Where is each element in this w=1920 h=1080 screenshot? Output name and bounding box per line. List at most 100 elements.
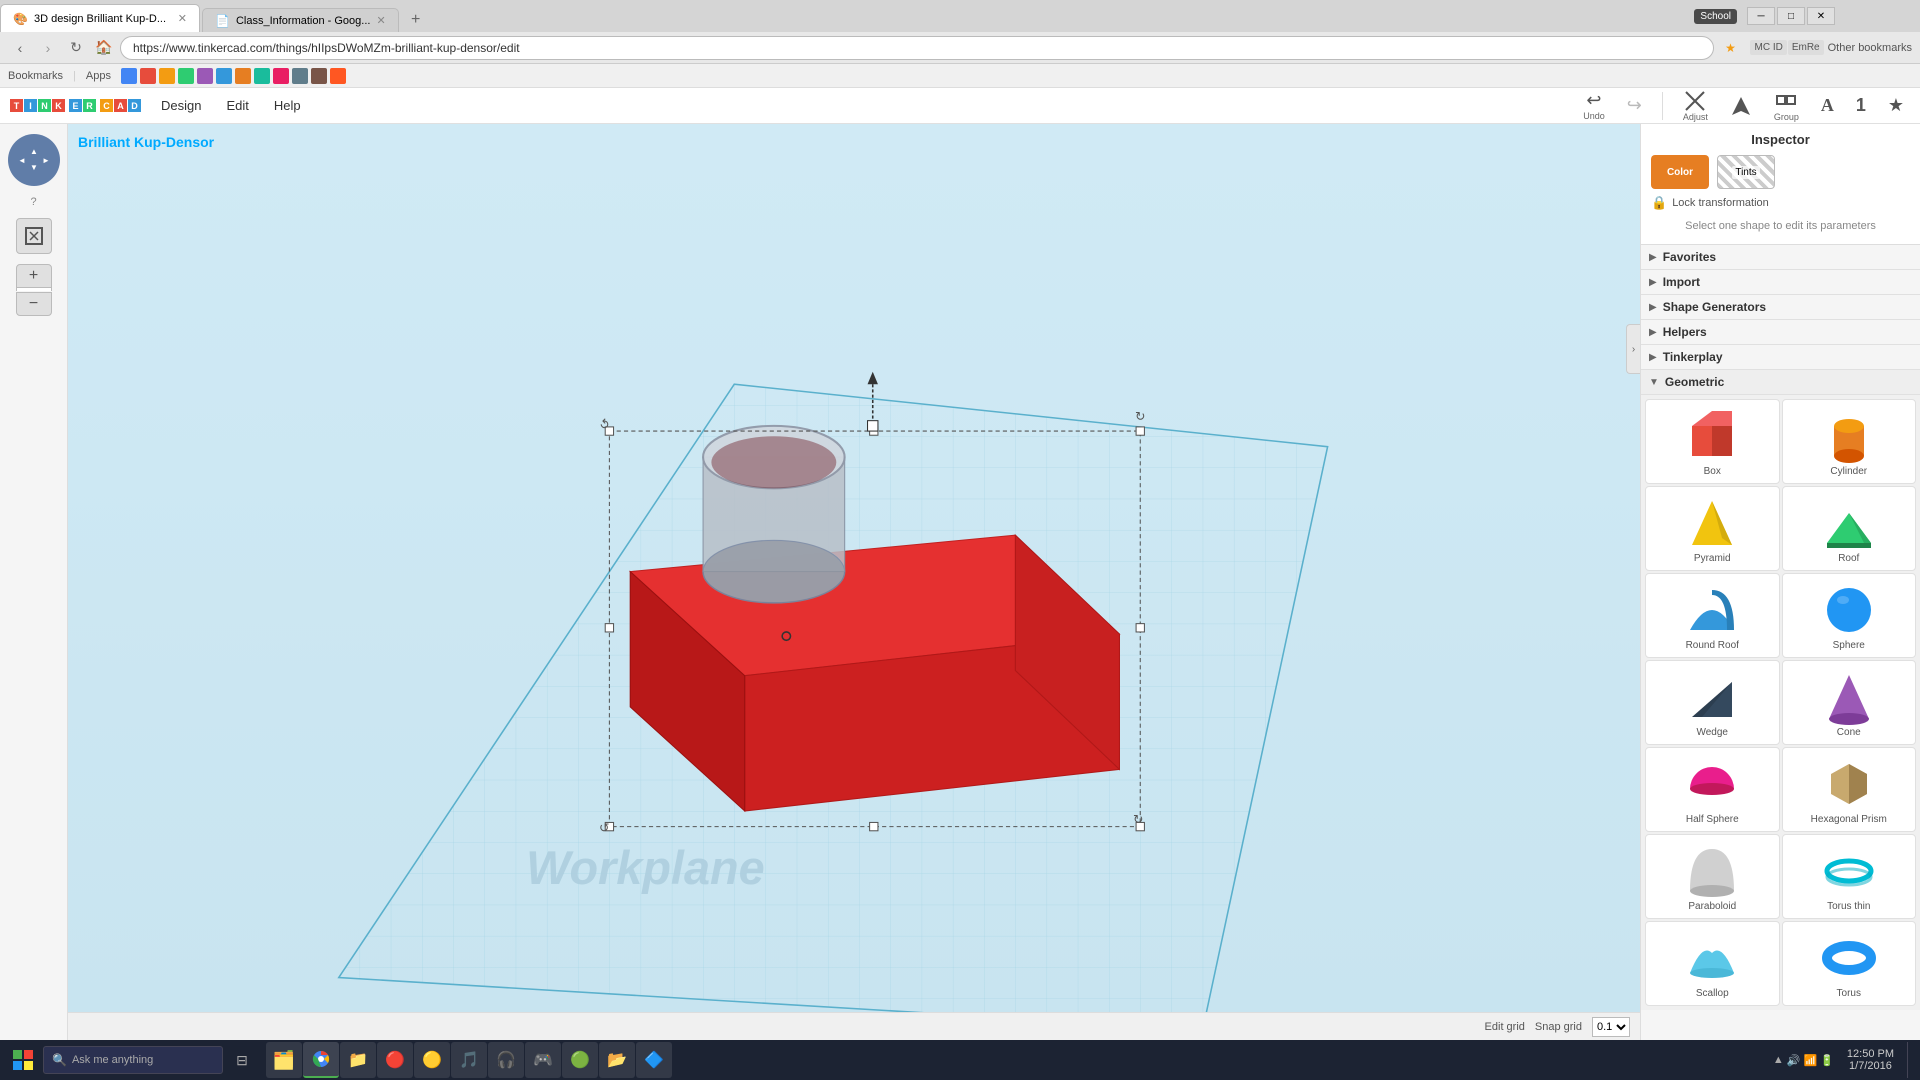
canvas-viewport[interactable]: Brilliant Kup-Densor Workplane xyxy=(68,124,1640,1040)
svg-text:↻: ↻ xyxy=(1133,812,1143,826)
svg-text:►: ► xyxy=(42,156,50,165)
bookmarks-label[interactable]: Bookmarks xyxy=(8,70,63,82)
back-button[interactable]: ‹ xyxy=(8,36,32,60)
new-tab-button[interactable]: + xyxy=(402,8,430,32)
other-bookmarks[interactable]: Other bookmarks xyxy=(1828,42,1912,54)
logo-n: N xyxy=(38,99,51,112)
task-view-button[interactable]: ⊟ xyxy=(225,1043,259,1077)
import-arrow: ▶ xyxy=(1649,277,1657,288)
shape-box-label: Box xyxy=(1704,466,1721,477)
texture-button[interactable]: Tints xyxy=(1717,155,1775,189)
shape-roof[interactable]: Roof xyxy=(1782,486,1917,571)
text-tool[interactable]: A xyxy=(1815,93,1840,118)
undo-button[interactable]: ↩ Undo xyxy=(1577,88,1611,123)
inspector-hint: Select one shape to edit its parameters xyxy=(1651,216,1910,236)
shape-paraboloid-label: Paraboloid xyxy=(1688,901,1736,912)
taskbar-app-2[interactable]: 🔴 xyxy=(377,1042,413,1078)
help-menu[interactable]: Help xyxy=(269,96,306,115)
tab-close-1[interactable]: ✕ xyxy=(178,12,187,25)
shape-torus-thin[interactable]: Torus thin xyxy=(1782,834,1917,919)
browser-tab-active[interactable]: 🎨 3D design Brilliant Kup-D... ✕ xyxy=(0,4,200,32)
shape-paraboloid[interactable]: Paraboloid xyxy=(1645,834,1780,919)
home-button[interactable]: 🏠 xyxy=(92,36,116,60)
section-geometric[interactable]: ▼ Geometric xyxy=(1641,370,1920,395)
logo-e: E xyxy=(69,99,82,112)
taskbar-search[interactable]: 🔍 Ask me anything xyxy=(43,1046,223,1074)
forward-button[interactable]: › xyxy=(36,36,60,60)
shape-cone-label: Cone xyxy=(1837,727,1861,738)
left-toolbar: ▲ ▼ ◄ ► ? + − xyxy=(0,124,68,1040)
home-view-button[interactable] xyxy=(16,218,52,254)
shape-sphere[interactable]: Sphere xyxy=(1782,573,1917,658)
texture-label: Tints xyxy=(1732,166,1759,179)
section-helpers[interactable]: ▶ Helpers xyxy=(1641,320,1920,345)
shape-pyramid[interactable]: Pyramid xyxy=(1645,486,1780,571)
svg-text:Workplane: Workplane xyxy=(526,842,765,894)
taskbar-app-4[interactable]: 🎵 xyxy=(451,1042,487,1078)
edit-grid-button[interactable]: Edit grid xyxy=(1485,1021,1525,1033)
taskbar-app-3[interactable]: 🟡 xyxy=(414,1042,450,1078)
shape-round-roof[interactable]: Round Roof xyxy=(1645,573,1780,658)
url-bar[interactable]: https://www.tinkercad.com/things/hIIpsDW… xyxy=(120,36,1714,60)
helpers-label: Helpers xyxy=(1663,325,1707,339)
taskbar: 🔍 Ask me anything ⊟ 🗂️ 📁 🔴 🟡 🎵 🎧 🎮 xyxy=(0,1040,1920,1080)
bookmark-apps[interactable]: Apps xyxy=(86,70,111,82)
start-button[interactable] xyxy=(5,1042,41,1078)
shape-box[interactable]: Box xyxy=(1645,399,1780,484)
show-desktop-button[interactable] xyxy=(1907,1042,1915,1078)
snap-value-select[interactable]: 0.1 0.5 1 xyxy=(1592,1017,1630,1037)
compass-navigator[interactable]: ▲ ▼ ◄ ► xyxy=(8,134,60,186)
zoom-in-button[interactable]: + xyxy=(16,264,52,288)
color-button[interactable]: Color xyxy=(1651,155,1709,189)
section-favorites[interactable]: ▶ Favorites xyxy=(1641,245,1920,270)
shape-cylinder[interactable]: Cylinder xyxy=(1782,399,1917,484)
taskbar-app-9[interactable]: 🔷 xyxy=(636,1042,672,1078)
refresh-button[interactable]: ↻ xyxy=(64,36,88,60)
mirror-button[interactable] xyxy=(1724,93,1758,119)
taskbar-app-5[interactable]: 🎧 xyxy=(488,1042,524,1078)
bookmark-star[interactable]: ★ xyxy=(1718,36,1742,60)
shape-cone[interactable]: Cone xyxy=(1782,660,1917,745)
number-tool[interactable]: 1 xyxy=(1850,93,1872,118)
shape-half-sphere[interactable]: Half Sphere xyxy=(1645,747,1780,832)
taskbar-app-1[interactable]: 📁 xyxy=(340,1042,376,1078)
shape-torus-thin-label: Torus thin xyxy=(1827,901,1870,912)
tab-label-2: Class_Information - Goog... xyxy=(236,15,371,27)
right-panel: › Inspector Color Tints 🔒 Lock transform… xyxy=(1640,124,1920,1040)
tab-close-2[interactable]: ✕ xyxy=(376,14,385,27)
project-name[interactable]: Brilliant Kup-Densor xyxy=(78,134,214,150)
edit-menu[interactable]: Edit xyxy=(221,96,253,115)
svg-text:↺: ↺ xyxy=(599,821,609,835)
maximize-button[interactable]: □ xyxy=(1777,7,1805,25)
zoom-divider xyxy=(16,288,52,291)
zoom-out-button[interactable]: − xyxy=(16,292,52,316)
design-menu[interactable]: Design xyxy=(156,96,206,115)
taskbar-clock[interactable]: 12:50 PM 1/7/2016 xyxy=(1839,1048,1902,1072)
taskbar-app-explorer[interactable]: 🗂️ xyxy=(266,1042,302,1078)
favorite-tool[interactable]: ★ xyxy=(1882,93,1910,118)
taskbar-app-7[interactable]: 🟢 xyxy=(562,1042,598,1078)
minimize-button[interactable]: ─ xyxy=(1747,7,1775,25)
adjust-button[interactable]: Adjust xyxy=(1677,88,1714,124)
close-button[interactable]: ✕ xyxy=(1807,7,1835,25)
browser-tab-inactive[interactable]: 📄 Class_Information - Goog... ✕ xyxy=(202,8,399,32)
group-button[interactable]: Group xyxy=(1768,88,1805,124)
taskbar-app-chrome[interactable] xyxy=(303,1042,339,1078)
taskbar-app-6[interactable]: 🎮 xyxy=(525,1042,561,1078)
taskbar-systray[interactable]: ▲ 🔊 📶 🔋 xyxy=(1773,1054,1834,1067)
svg-text:▼: ▼ xyxy=(30,163,38,172)
tinkercad-logo[interactable]: T I N K E R C A D xyxy=(10,99,141,112)
url-text: https://www.tinkercad.com/things/hIIpsDW… xyxy=(133,41,520,55)
taskbar-app-8[interactable]: 📂 xyxy=(599,1042,635,1078)
shape-wedge-label: Wedge xyxy=(1696,727,1728,738)
shape-wedge[interactable]: Wedge xyxy=(1645,660,1780,745)
section-tinkerplay[interactable]: ▶ Tinkerplay xyxy=(1641,345,1920,370)
section-import[interactable]: ▶ Import xyxy=(1641,270,1920,295)
shape-hex-prism-label: Hexagonal Prism xyxy=(1811,814,1887,825)
redo-button[interactable]: ↪ xyxy=(1621,93,1648,118)
shape-torus[interactable]: Torus xyxy=(1782,921,1917,1006)
import-label: Import xyxy=(1663,275,1700,289)
shape-hex-prism[interactable]: Hexagonal Prism xyxy=(1782,747,1917,832)
shape-scallop[interactable]: Scallop xyxy=(1645,921,1780,1006)
section-shape-generators[interactable]: ▶ Shape Generators xyxy=(1641,295,1920,320)
